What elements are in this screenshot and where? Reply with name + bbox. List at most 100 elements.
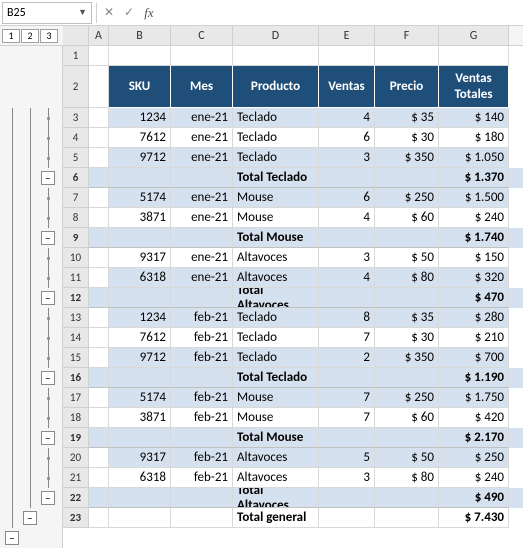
cell-total[interactable]: $ 250 (439, 448, 509, 468)
cell[interactable] (171, 368, 233, 388)
cell-sku[interactable]: 5174 (109, 388, 171, 408)
subtotal-label[interactable]: Total Mouse (233, 228, 319, 248)
outline-level-1[interactable]: 1 (2, 29, 20, 43)
cell-mes[interactable]: feb-21 (171, 408, 233, 428)
cell-producto[interactable]: Teclado (233, 348, 319, 368)
cell[interactable] (89, 428, 109, 448)
cell-producto[interactable]: Mouse (233, 388, 319, 408)
col-header-e[interactable]: E (319, 26, 375, 45)
row-header[interactable]: 10 (63, 248, 89, 268)
row-header[interactable]: 14 (63, 328, 89, 348)
cell[interactable] (375, 488, 439, 508)
cell[interactable] (375, 368, 439, 388)
cell-total[interactable]: $ 140 (439, 108, 509, 128)
cell[interactable] (171, 508, 233, 528)
cell-ventas[interactable]: 4 (319, 268, 375, 288)
cell-total[interactable]: $ 420 (439, 408, 509, 428)
cell-sku[interactable]: 9317 (109, 248, 171, 268)
col-header-a[interactable]: A (89, 26, 109, 45)
cell-sku[interactable]: 3871 (109, 208, 171, 228)
row-header[interactable]: 6 (63, 168, 89, 188)
cell-precio[interactable]: $ 250 (375, 188, 439, 208)
cell-precio[interactable]: $ 250 (375, 388, 439, 408)
cell-producto[interactable]: Altavoces (233, 448, 319, 468)
cell-total[interactable]: $ 1.500 (439, 188, 509, 208)
row-header[interactable]: 3 (63, 108, 89, 128)
cell-ventas[interactable]: 7 (319, 328, 375, 348)
cell[interactable] (375, 288, 439, 308)
row-header[interactable]: 8 (63, 208, 89, 228)
row-header[interactable]: 16 (63, 368, 89, 388)
cell-precio[interactable]: $ 80 (375, 468, 439, 488)
cell-ventas[interactable]: 4 (319, 208, 375, 228)
cell-precio[interactable]: $ 60 (375, 208, 439, 228)
cell[interactable] (375, 168, 439, 188)
fx-icon[interactable]: fx (139, 3, 159, 23)
cell-sku[interactable]: 9712 (109, 348, 171, 368)
outline-collapse-button[interactable]: − (41, 171, 55, 185)
row-header[interactable]: 9 (63, 228, 89, 248)
cell-total[interactable]: $ 150 (439, 248, 509, 268)
cell-total[interactable]: $ 240 (439, 468, 509, 488)
cell[interactable] (233, 46, 319, 66)
subtotal-value[interactable]: $ 2.170 (439, 428, 509, 448)
cell-mes[interactable]: ene-21 (171, 188, 233, 208)
outline-collapse-button[interactable]: − (41, 431, 55, 445)
cell-mes[interactable]: ene-21 (171, 208, 233, 228)
cell-mes[interactable]: feb-21 (171, 308, 233, 328)
cell-producto[interactable]: Mouse (233, 188, 319, 208)
cell[interactable] (89, 508, 109, 528)
grand-total-label[interactable]: Total general (233, 508, 319, 528)
cell-total[interactable]: $ 280 (439, 308, 509, 328)
subtotal-label[interactable]: Total Altavoces (233, 488, 319, 508)
cell-ventas[interactable]: 3 (319, 148, 375, 168)
row-header[interactable]: 4 (63, 128, 89, 148)
row-header[interactable]: 19 (63, 428, 89, 448)
cell-precio[interactable]: $ 35 (375, 308, 439, 328)
cell[interactable] (319, 228, 375, 248)
outline-collapse-button[interactable]: − (23, 511, 37, 525)
cell-precio[interactable]: $ 350 (375, 148, 439, 168)
cell-producto[interactable]: Mouse (233, 208, 319, 228)
cell[interactable] (319, 508, 375, 528)
cell-ventas[interactable]: 7 (319, 388, 375, 408)
cell[interactable] (375, 428, 439, 448)
cell-mes[interactable]: ene-21 (171, 108, 233, 128)
cancel-formula-icon[interactable]: ✕ (99, 3, 119, 23)
row-header[interactable]: 2 (63, 66, 89, 108)
select-all-corner[interactable] (63, 26, 89, 45)
cell[interactable] (89, 46, 109, 66)
cell-sku[interactable]: 7612 (109, 128, 171, 148)
cell[interactable] (89, 268, 109, 288)
cell-ventas[interactable]: 4 (319, 108, 375, 128)
cell[interactable] (89, 288, 109, 308)
cell-ventas[interactable]: 7 (319, 408, 375, 428)
subtotal-label[interactable]: Total Altavoces (233, 288, 319, 308)
cell-sku[interactable]: 5174 (109, 188, 171, 208)
cell-producto[interactable]: Teclado (233, 148, 319, 168)
cell[interactable] (89, 368, 109, 388)
cell[interactable] (171, 168, 233, 188)
cell[interactable] (89, 108, 109, 128)
col-header-c[interactable]: C (171, 26, 233, 45)
cell[interactable] (375, 228, 439, 248)
outline-collapse-button[interactable]: − (41, 371, 55, 385)
cell[interactable] (109, 508, 171, 528)
cell-ventas[interactable]: 2 (319, 348, 375, 368)
cell-producto[interactable]: Mouse (233, 408, 319, 428)
header-precio[interactable]: Precio (375, 66, 439, 108)
cell-producto[interactable]: Altavoces (233, 468, 319, 488)
cell-precio[interactable]: $ 50 (375, 248, 439, 268)
cell[interactable] (319, 168, 375, 188)
col-header-b[interactable]: B (109, 26, 171, 45)
cell[interactable] (109, 288, 171, 308)
cell-producto[interactable]: Altavoces (233, 268, 319, 288)
header-mes[interactable]: Mes (171, 66, 233, 108)
cell-mes[interactable]: feb-21 (171, 348, 233, 368)
cell[interactable] (109, 428, 171, 448)
cell-total[interactable]: $ 1.750 (439, 388, 509, 408)
subtotal-label[interactable]: Total Teclado (233, 368, 319, 388)
cell[interactable] (89, 66, 109, 108)
cell-producto[interactable]: Altavoces (233, 248, 319, 268)
cell-mes[interactable]: feb-21 (171, 388, 233, 408)
